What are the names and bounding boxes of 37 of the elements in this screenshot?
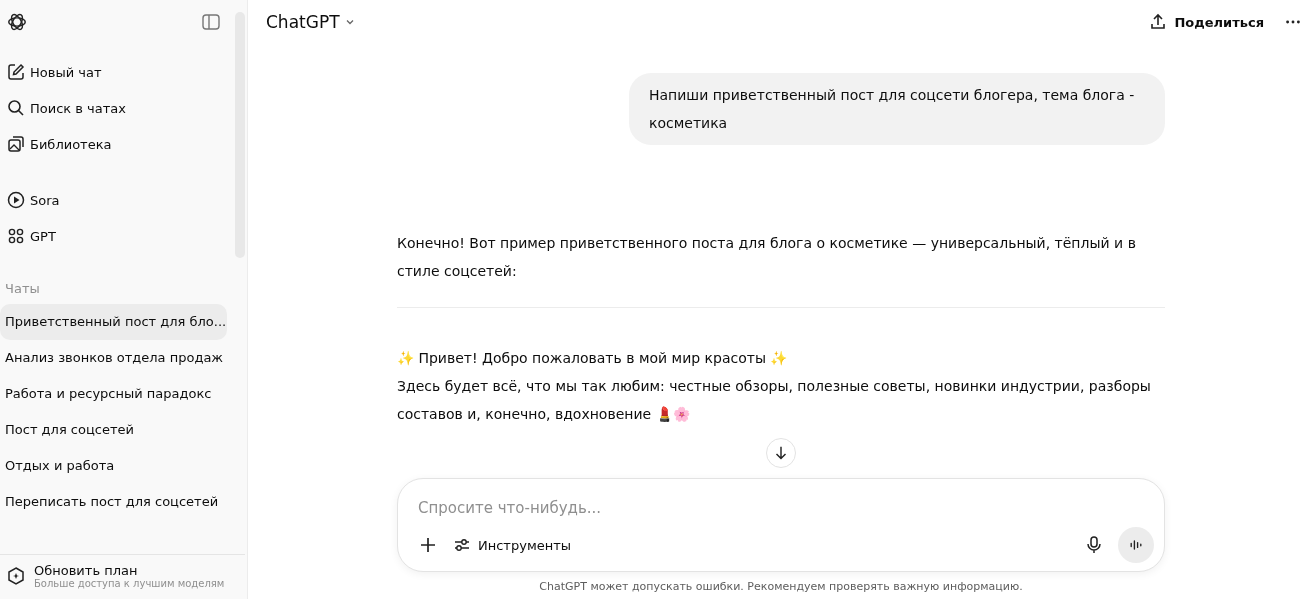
chat-item[interactable]: Работа и ресурсный парадокс	[0, 376, 227, 412]
sidebar-item[interactable]: Библиотека	[0, 126, 233, 162]
assistant-text: Здесь будет всё, что мы так любим: честные обзоры, полезные советы, новинки индустрии, разборы составов и, конечно, вдохновение 💄🌸	[397, 377, 1152, 424]
images-icon	[6, 134, 26, 154]
pencil-square-icon	[6, 62, 26, 82]
message-composer[interactable]: Спросите что-нибудь... Инструменты	[397, 478, 1165, 572]
play-circle-icon	[6, 190, 26, 210]
sparkle-hexagon-icon	[6, 566, 26, 586]
waveform-icon	[1128, 537, 1144, 553]
user-message: Напиши приветственный пост для соцсети блогера, тема блога - косметика	[629, 73, 1165, 145]
sidebar-item[interactable]: GPT	[0, 218, 233, 254]
tools-button[interactable]: Инструменты	[452, 535, 572, 555]
search-icon	[6, 98, 26, 118]
sidebar-toggle-icon[interactable]	[201, 12, 221, 32]
assistant-text: Конечно! Вот пример приветственного поста для блога о косметике — универсальный, тёплый и в стиле соцсетей:	[397, 234, 1137, 281]
model-selector[interactable]: ChatGPT	[260, 8, 362, 36]
chat-item[interactable]: Приветственный пост для бло...	[0, 304, 227, 340]
share-button[interactable]: Поделиться	[1148, 12, 1264, 32]
plus-icon[interactable]	[418, 535, 438, 555]
voice-mode-button[interactable]	[1118, 527, 1154, 563]
sidebar-item[interactable]: Поиск в чатах	[0, 90, 233, 126]
grid-icon	[6, 226, 26, 246]
section-heading: Чаты	[4, 280, 41, 298]
logo-icon[interactable]	[6, 11, 28, 33]
chat-item[interactable]: Переписать пост для соцсетей	[0, 484, 227, 520]
prompt-field[interactable]: Спросите что-нибудь...	[418, 489, 1154, 527]
disclaimer-text: ChatGPT может допускать ошибки. Рекомендуем проверять важную информацию.	[539, 579, 1023, 595]
scroll-down-button[interactable]	[766, 438, 796, 468]
microphone-icon[interactable]	[1084, 535, 1104, 555]
sidebar-item[interactable]: Новый чат	[0, 54, 233, 90]
sidebar-item[interactable]: Sora	[0, 182, 233, 218]
more-icon[interactable]	[1284, 18, 1302, 26]
chat-item[interactable]: Анализ звонков отдела продаж	[0, 340, 227, 376]
chat-item[interactable]: Пост для соцсетей	[0, 412, 227, 448]
chat-item[interactable]: Отдых и работа	[0, 448, 227, 484]
upgrade-plan-button[interactable]: Обновить план Больше доступа к лучшим моделям	[0, 554, 245, 599]
assistant-text: ✨ Привет! Добро пожаловать в мой мир красоты ✨	[397, 349, 789, 368]
